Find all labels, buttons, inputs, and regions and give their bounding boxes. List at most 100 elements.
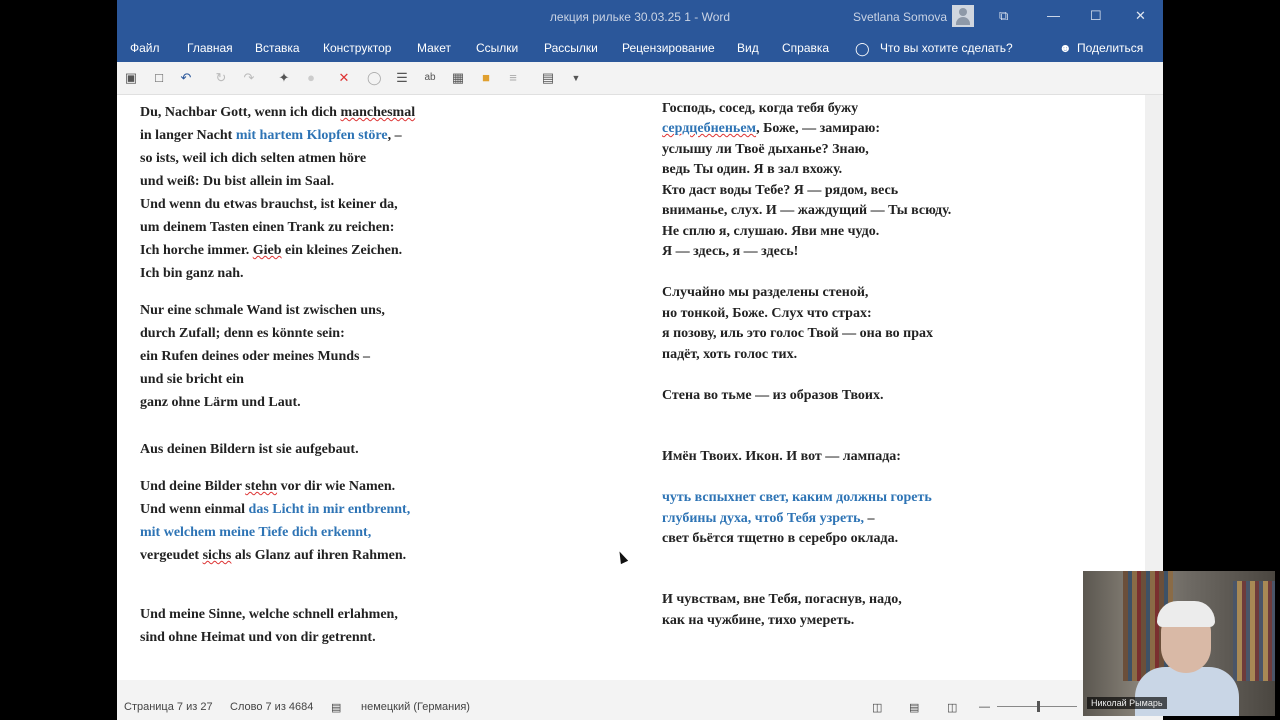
text-line: я позову, иль это голос Твой — она во пр… <box>662 326 933 342</box>
page-count[interactable]: Страница 7 из 27 <box>124 701 213 713</box>
text-line: Не сплю я, слушаю. Яви мне чудо. <box>662 224 879 240</box>
undo-icon[interactable]: ↶ <box>179 71 193 85</box>
text-segment: , Боже, — замираю: <box>756 121 881 136</box>
text-line: in langer Nacht mit hartem Klopfen störe… <box>140 128 402 144</box>
maximize-button[interactable]: ☐ <box>1090 8 1102 24</box>
lightbulb-icon[interactable]: ◯ <box>855 41 870 57</box>
clear-format-icon[interactable]: ✕ <box>337 71 351 85</box>
ribbon-display-icon[interactable]: ⧉ <box>999 8 1008 24</box>
text-segment: ein Rufen deines oder meines Munds – <box>140 349 370 364</box>
misspelled-word: Gieb <box>252 243 282 258</box>
text-segment: in langer Nacht <box>140 128 236 143</box>
text-segment: Und meine Sinne, welche schnell erlahmen… <box>140 607 398 622</box>
text-line: ganz ohne Lärm und Laut. <box>140 395 301 411</box>
proofing-icon[interactable]: ▤ <box>331 701 341 714</box>
text-segment: Du, Nachbar Gott, wenn ich dich <box>140 105 341 120</box>
tab-view[interactable]: Вид <box>737 41 759 55</box>
text-segment: als Glanz auf ihren Rahmen. <box>231 548 407 563</box>
text-line: чуть вспыхнет свет, каким должны гореть <box>662 490 932 506</box>
print-layout-icon[interactable]: ▤ <box>909 701 919 714</box>
text-segment: durch Zufall; denn es könnte sein: <box>140 326 345 341</box>
speaker-name: Николай Рымарь <box>1087 697 1167 709</box>
open-folder-icon[interactable]: ■ <box>479 71 493 85</box>
text-line: Nur eine schmale Wand ist zwischen uns, <box>140 303 385 319</box>
user-name[interactable]: Svetlana Somova <box>853 10 947 24</box>
text-segment: Я — здесь, я — здесь! <box>662 244 799 259</box>
text-segment: Nur eine schmale Wand ist zwischen uns, <box>140 303 385 318</box>
zoom-thumb[interactable] <box>1037 701 1040 712</box>
word-window: лекция рильке 30.03.25 1 - Word Svetlana… <box>117 0 1163 720</box>
text-line: Und wenn du etwas brauchst, ist keiner d… <box>140 197 398 213</box>
tab-review[interactable]: Рецензирование <box>622 41 715 55</box>
share-icon[interactable]: ☻ <box>1059 41 1072 55</box>
read-mode-icon[interactable]: ◫ <box>872 701 882 714</box>
close-button[interactable]: ✕ <box>1135 8 1146 24</box>
text-line: услышу ли Твоё дыханье? Знаю, <box>662 142 869 158</box>
tab-insert[interactable]: Вставка <box>255 41 300 55</box>
text-segment: Не сплю я, слушаю. Яви мне чудо. <box>662 224 880 239</box>
save-icon[interactable]: ▣ <box>124 71 138 85</box>
text-line: но тонкой, Боже. Слух что страх: <box>662 306 872 322</box>
text-segment: Кто даст воды Тебе? Я — рядом, весь <box>662 183 899 198</box>
text-line: Du, Nachbar Gott, wenn ich dich manchesm… <box>140 105 415 121</box>
text-segment: so ists, weil ich dich selten atmen höre <box>140 151 367 166</box>
tab-file[interactable]: Файл <box>130 41 160 55</box>
text-line: ein Rufen deines oder meines Munds – <box>140 349 370 365</box>
text-line: вниманье, слух. И — жаждущий — Ты всюду. <box>662 203 951 219</box>
video-thumbnail: Николай Рымарь <box>1083 571 1275 716</box>
shape-icon[interactable]: ◯ <box>367 71 382 85</box>
tell-me-search[interactable]: Что вы хотите сделать? <box>880 41 1013 55</box>
tab-help[interactable]: Справка <box>782 41 829 55</box>
tab-references[interactable]: Ссылки <box>476 41 518 55</box>
misspelled-word: sichs <box>202 548 232 563</box>
text-line: um deinem Tasten einen Trank zu reichen: <box>140 220 394 236</box>
tab-home[interactable]: Главная <box>187 41 233 55</box>
text-line: свет бьётся тщетно в серебро оклада. <box>662 531 898 547</box>
save-as-icon[interactable]: ▦ <box>451 71 465 85</box>
align-icon[interactable]: ≡ <box>506 71 520 85</box>
text-segment: um deinem Tasten einen Trank zu reichen: <box>140 220 395 235</box>
text-segment: но тонкой, Боже. Слух что страх: <box>662 306 872 321</box>
zoom-out-icon[interactable]: — <box>979 701 990 713</box>
misspelled-word: stehn <box>245 479 278 494</box>
text-line: глубины духа, чтоб Тебя узреть, – <box>662 511 875 527</box>
customize-icon[interactable]: ▼ <box>569 71 583 85</box>
word-count[interactable]: Слово 7 из 4684 <box>230 701 313 713</box>
text-line: Господь, сосед, когда тебя бужу <box>662 101 858 117</box>
text-segment: , – <box>387 128 402 143</box>
text-segment: ведь Ты один. Я в зал вхожу. <box>662 162 843 177</box>
text-segment: вниманье, слух. И — жаждущий — Ты всюду. <box>662 203 952 218</box>
text-segment: Ich horche immer. <box>140 243 253 258</box>
share-button[interactable]: Поделиться <box>1077 41 1143 55</box>
list-icon[interactable]: ☰ <box>395 71 409 85</box>
language-indicator[interactable]: немецкий (Германия) <box>361 701 470 713</box>
select-icon[interactable]: ▤ <box>541 71 555 85</box>
text-line: падёт, хоть голос тих. <box>662 347 797 363</box>
circle-icon[interactable]: ● <box>304 71 318 85</box>
speaker-hair <box>1157 601 1215 627</box>
tab-mailings[interactable]: Рассылки <box>544 41 598 55</box>
text-line: Und deine Bilder stehn vor dir wie Namen… <box>140 479 395 495</box>
new-doc-icon[interactable]: □ <box>152 71 166 85</box>
text-line: Und meine Sinne, welche schnell erlahmen… <box>140 607 398 623</box>
web-layout-icon[interactable]: ◫ <box>947 701 957 714</box>
text-line: Я — здесь, я — здесь! <box>662 244 798 260</box>
minimize-button[interactable]: — <box>1047 8 1060 23</box>
text-segment: vergeudet <box>140 548 203 563</box>
document-page[interactable]: Du, Nachbar Gott, wenn ich dich manchesm… <box>117 95 1145 680</box>
text-segment: vor dir wie Namen. <box>277 479 396 494</box>
misspelled-word: сердцебненьем <box>662 121 757 136</box>
tab-design[interactable]: Конструктор <box>323 41 391 55</box>
redo-icon[interactable]: ↷ <box>242 71 256 85</box>
format-painter-icon[interactable]: ✦ <box>277 71 291 85</box>
text-segment: und sie bricht ein <box>140 372 244 387</box>
text-line: Ich horche immer. Gieb ein kleines Zeich… <box>140 243 402 259</box>
bookshelf-right <box>1233 581 1275 681</box>
spell-icon[interactable]: ab <box>423 71 437 85</box>
text-segment: Ich bin ganz nah. <box>140 266 244 281</box>
redo-disabled-icon: ↻ <box>215 70 227 85</box>
tab-layout[interactable]: Макет <box>417 41 451 55</box>
avatar[interactable] <box>952 5 974 27</box>
text-segment: И чувствам, вне Тебя, погаснув, надо, <box>662 592 902 607</box>
misspelled-word: manchesmal <box>340 105 416 120</box>
